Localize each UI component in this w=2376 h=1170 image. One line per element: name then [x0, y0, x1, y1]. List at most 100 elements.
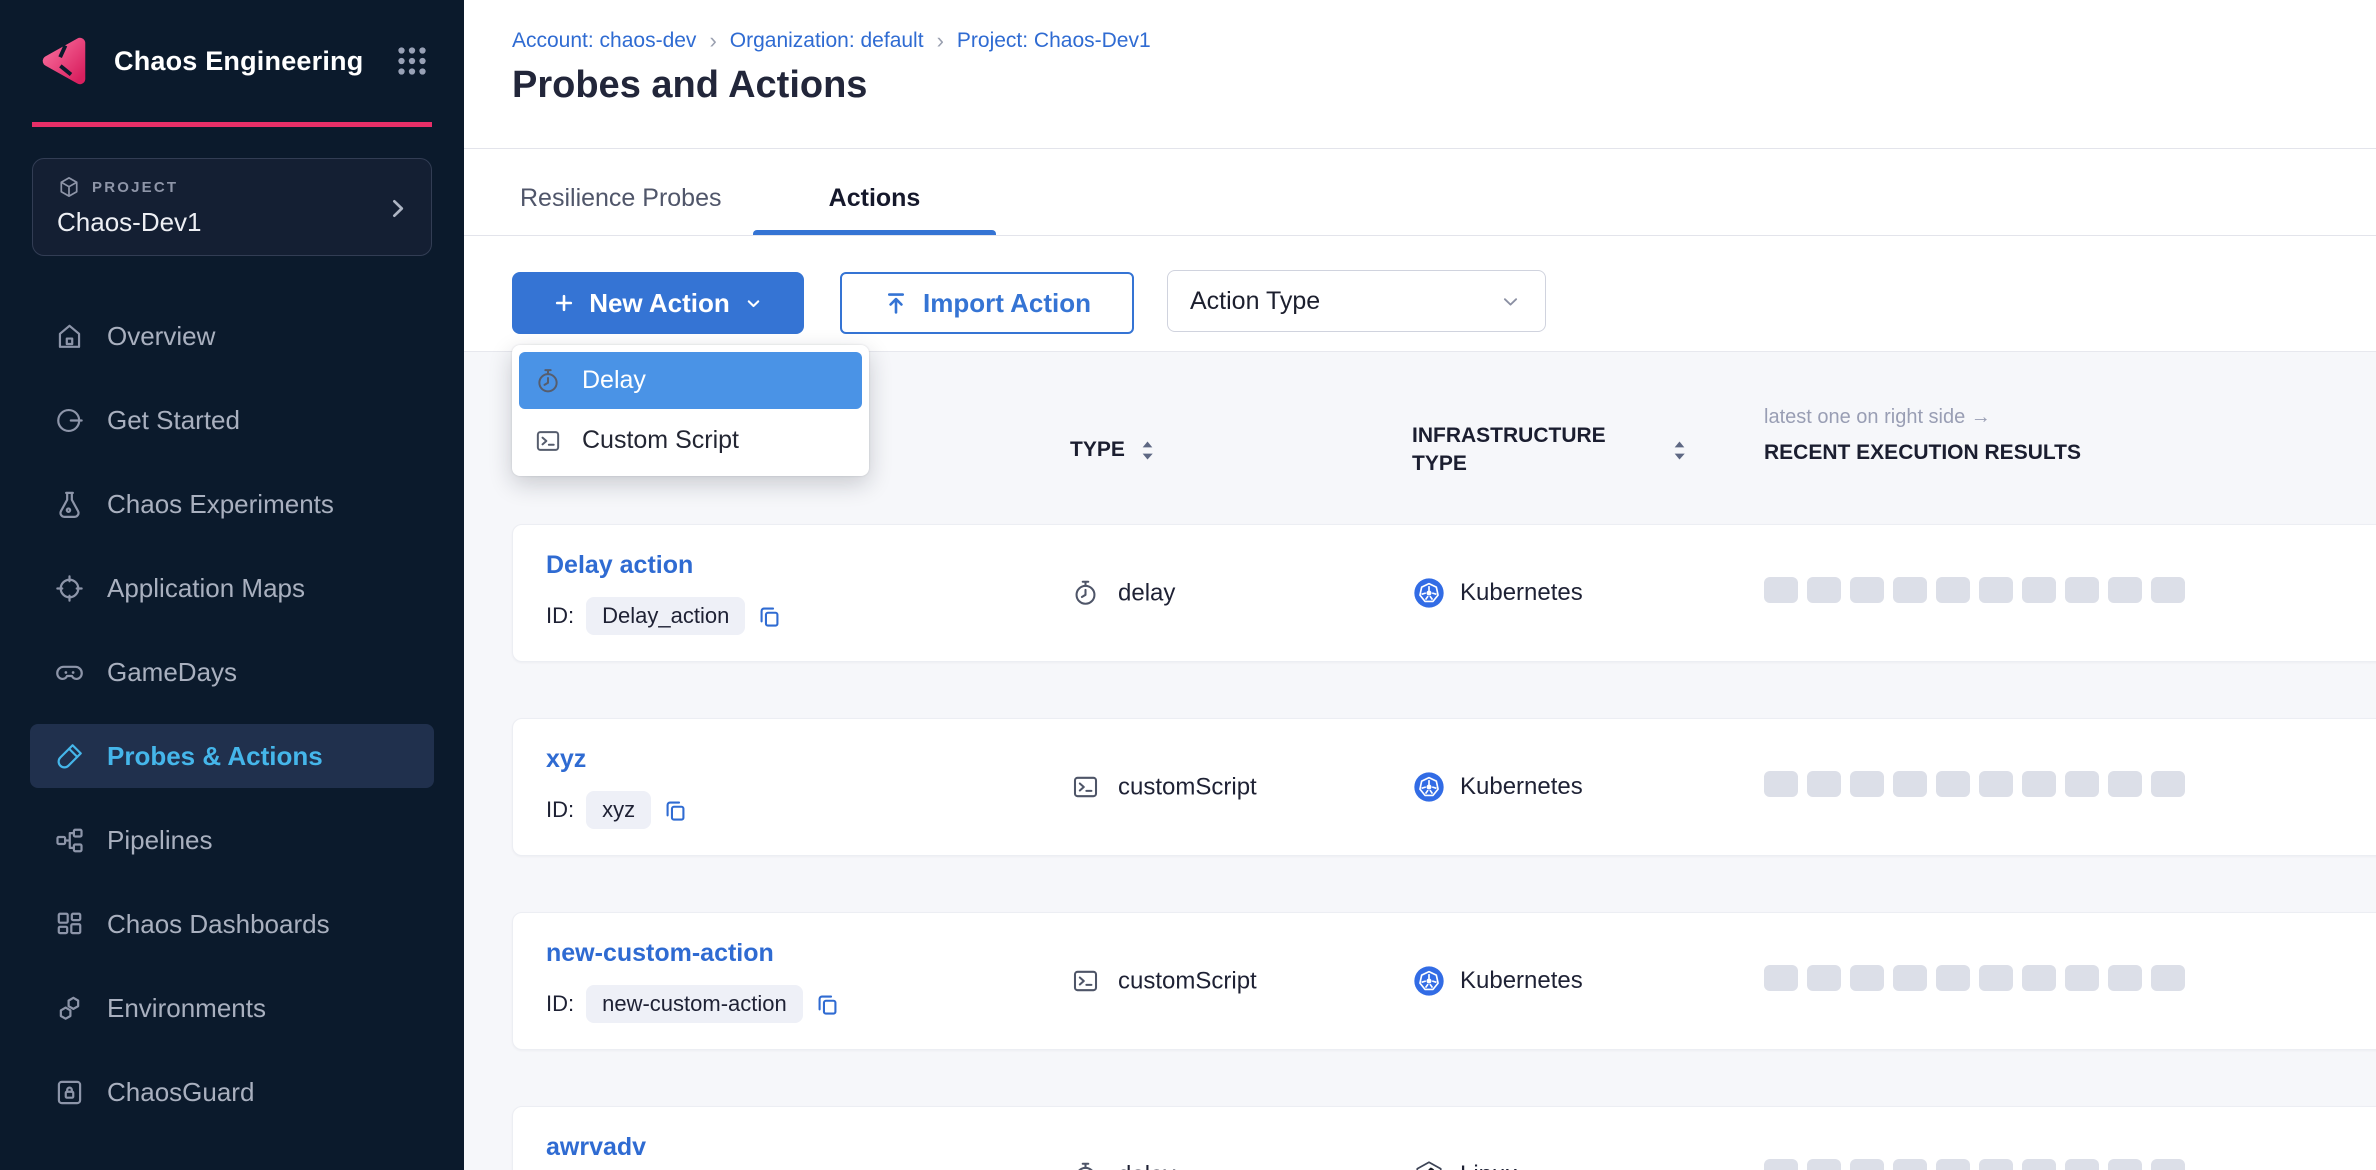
action-type-filter[interactable]: Action Type — [1167, 270, 1546, 332]
sidebar-item-application-maps[interactable]: Application Maps — [30, 556, 434, 620]
target-icon — [54, 573, 85, 604]
sidebar: Chaos Engineering PROJECT Chaos-Dev1 Ove… — [0, 0, 464, 1170]
sort-icon[interactable] — [1141, 440, 1154, 461]
results-hint: latest one on right side → — [1764, 406, 2081, 429]
main-content: Account: chaos-dev›Organization: default… — [464, 0, 2376, 1170]
column-header-type: TYPE — [1070, 434, 1154, 466]
module-grid-icon[interactable] — [394, 43, 430, 79]
sidebar-item-chaos-experiments[interactable]: Chaos Experiments — [30, 472, 434, 536]
execution-result-placeholder — [2108, 1159, 2142, 1170]
execution-result-placeholder — [1807, 771, 1841, 797]
sidebar-item-environments[interactable]: Environments — [30, 976, 434, 1040]
action-id: ID:new-custom-action — [546, 985, 840, 1023]
action-type-cell: customScript — [1071, 773, 1257, 802]
action-name-link[interactable]: new-custom-action — [546, 939, 774, 968]
project-label: PROJECT — [92, 179, 178, 196]
sidebar-item-label: ChaosGuard — [107, 1077, 254, 1108]
execution-result-placeholder — [2065, 965, 2099, 991]
sidebar-item-get-started[interactable]: Get Started — [30, 388, 434, 452]
pipeline-icon — [54, 825, 85, 856]
chevron-right-icon — [384, 195, 411, 222]
actions-table-rows: Delay actionID:Delay_actiondelayKubernet… — [512, 524, 2376, 1170]
sidebar-item-pipelines[interactable]: Pipelines — [30, 808, 434, 872]
dropdown-item-custom-script[interactable]: Custom Script — [519, 412, 862, 469]
action-id-value: xyz — [586, 791, 651, 829]
column-header-infrastructure-label: INFRASTRUCTURE TYPE — [1412, 422, 1657, 478]
action-id-value: new-custom-action — [586, 985, 803, 1023]
import-action-button[interactable]: Import Action — [840, 272, 1134, 334]
execution-result-placeholder — [1850, 1159, 1884, 1170]
sidebar-item-gamedays[interactable]: GameDays — [30, 640, 434, 704]
kubernetes-icon — [1413, 771, 1445, 803]
execution-result-placeholder — [2022, 771, 2056, 797]
app-title: Chaos Engineering — [114, 46, 374, 77]
title-divider — [464, 148, 2376, 149]
sort-icon[interactable] — [1673, 440, 1686, 461]
sidebar-item-probes-actions[interactable]: Probes & Actions — [30, 724, 434, 788]
terminal-icon — [1071, 773, 1100, 802]
execution-result-placeholder — [1807, 965, 1841, 991]
action-type-cell: customScript — [1071, 967, 1257, 996]
execution-result-placeholder — [1893, 771, 1927, 797]
get-started-icon — [54, 405, 85, 436]
execution-result-placeholder — [1936, 1159, 1970, 1170]
new-action-dropdown: Delay Custom Script — [512, 345, 869, 476]
infrastructure-value: Kubernetes — [1460, 773, 1583, 801]
action-type-value: customScript — [1118, 773, 1257, 801]
action-name-link[interactable]: awrvadv — [546, 1133, 646, 1162]
execution-result-placeholder — [1936, 577, 1970, 603]
chaos-engineering-app: Chaos Engineering PROJECT Chaos-Dev1 Ove… — [0, 0, 2376, 1170]
new-action-button[interactable]: New Action — [512, 272, 804, 334]
breadcrumb-link-project[interactable]: Project: Chaos-Dev1 — [957, 29, 1151, 53]
probe-icon — [54, 741, 85, 772]
action-id: ID:Delay_action — [546, 597, 782, 635]
sidebar-nav: Overview Get Started Chaos Experiments Appl… — [0, 304, 464, 1144]
execution-result-placeholder — [2151, 771, 2185, 797]
copy-icon[interactable] — [815, 992, 840, 1017]
execution-result-placeholder — [2151, 965, 2185, 991]
sidebar-item-label: Get Started — [107, 405, 240, 436]
breadcrumb-link-account[interactable]: Account: chaos-dev — [512, 29, 696, 53]
sidebar-item-chaos-dashboards[interactable]: Chaos Dashboards — [30, 892, 434, 956]
terminal-icon — [1071, 967, 1100, 996]
table-row: awrvadvdelayLinux — [512, 1106, 2376, 1170]
id-label: ID: — [546, 797, 574, 823]
environments-icon — [54, 993, 85, 1024]
stopwatch-icon — [1071, 579, 1100, 608]
kubernetes-icon — [1413, 965, 1445, 997]
copy-icon[interactable] — [663, 798, 688, 823]
copy-icon[interactable] — [757, 604, 782, 629]
action-name-link[interactable]: xyz — [546, 745, 586, 774]
column-header-results: latest one on right side → RECENT EXECUT… — [1764, 406, 2081, 465]
dropdown-item-label: Custom Script — [582, 426, 739, 455]
terminal-icon — [534, 427, 562, 455]
execution-result-placeholder — [2151, 1159, 2185, 1170]
execution-result-placeholder — [1807, 577, 1841, 603]
execution-result-placeholder — [2065, 577, 2099, 603]
sidebar-item-overview[interactable]: Overview — [30, 304, 434, 368]
infrastructure-cell: Kubernetes — [1413, 965, 1583, 997]
tab-actions[interactable]: Actions — [753, 184, 996, 213]
project-selector[interactable]: PROJECT Chaos-Dev1 — [32, 158, 432, 256]
sidebar-item-chaosguard[interactable]: ChaosGuard — [30, 1060, 434, 1124]
tab-resilience-probes[interactable]: Resilience Probes — [520, 184, 722, 213]
stopwatch-icon — [1071, 1161, 1100, 1170]
action-name-link[interactable]: Delay action — [546, 551, 693, 580]
breadcrumb: Account: chaos-dev›Organization: default… — [512, 28, 1151, 54]
sidebar-item-label: Application Maps — [107, 573, 305, 604]
infrastructure-cell: Linux — [1413, 1159, 1517, 1170]
sidebar-item-label: Environments — [107, 993, 266, 1024]
execution-result-placeholder — [2108, 771, 2142, 797]
breadcrumb-link-organization[interactable]: Organization: default — [730, 29, 924, 53]
execution-result-placeholder — [2151, 577, 2185, 603]
project-name: Chaos-Dev1 — [57, 207, 407, 238]
execution-result-placeholder — [1850, 965, 1884, 991]
plus-icon — [552, 291, 576, 315]
flask-icon — [54, 489, 85, 520]
sidebar-accent-divider — [32, 122, 432, 127]
new-action-label: New Action — [589, 288, 730, 319]
dropdown-item-delay[interactable]: Delay — [519, 352, 862, 409]
infrastructure-value: Linux — [1460, 1161, 1517, 1170]
table-row: xyz ID: xyz customScript Kubernetes — [512, 718, 2376, 856]
id-label: ID: — [546, 603, 574, 629]
